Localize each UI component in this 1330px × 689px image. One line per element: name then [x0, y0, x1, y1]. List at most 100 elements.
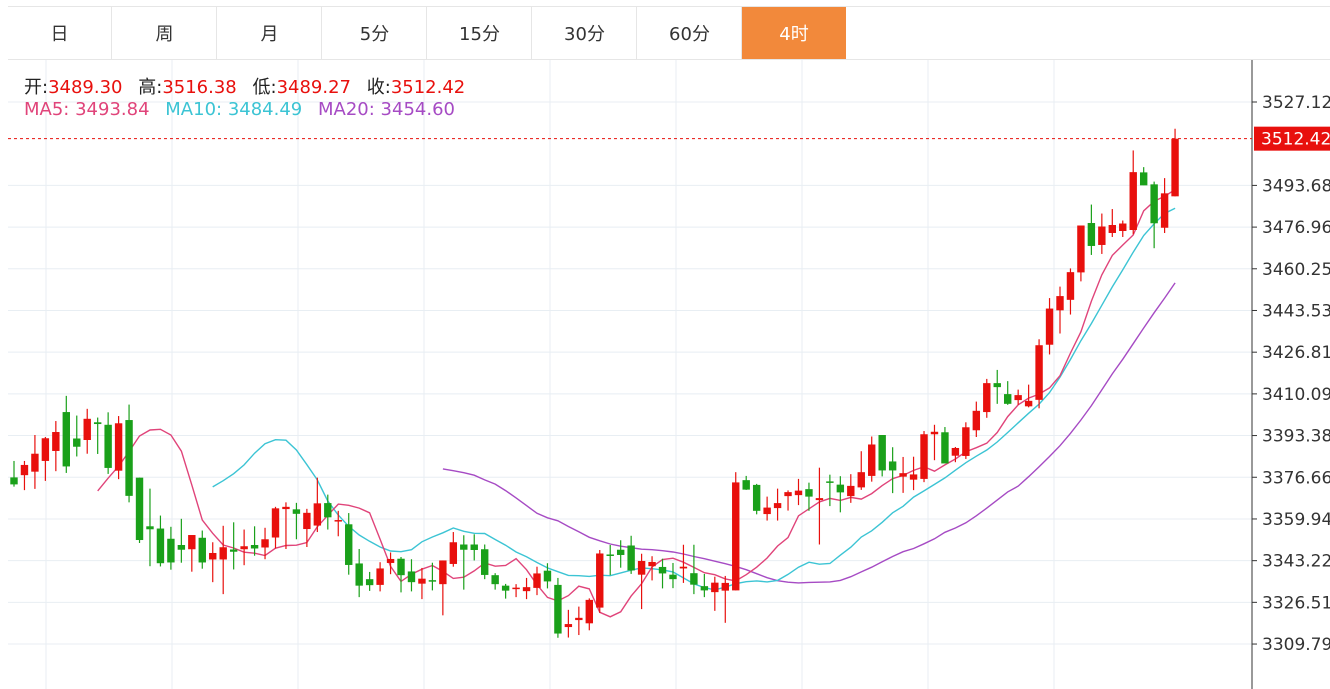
- candle-body: [1160, 193, 1169, 228]
- candle-body: [114, 423, 123, 471]
- candle-body: [993, 383, 1001, 388]
- close-value: 3512.42: [390, 77, 466, 98]
- y-tick-label: 3493.68: [1262, 176, 1330, 196]
- y-tick-label: 3343.22: [1262, 552, 1330, 572]
- y-tick-label: 3393.38: [1262, 427, 1330, 447]
- candle-body: [1004, 394, 1012, 404]
- candle-body: [250, 544, 259, 549]
- candle-body: [209, 552, 217, 560]
- candle-body: [1087, 223, 1096, 246]
- y-tick-label: 3376.66: [1262, 468, 1330, 488]
- candle-body: [888, 461, 897, 471]
- candle-body: [10, 477, 18, 485]
- candle-body: [826, 481, 834, 483]
- candle-body: [470, 544, 478, 550]
- ma5-value: 3493.84: [75, 99, 150, 120]
- candle-body: [188, 535, 196, 550]
- candle-body: [794, 490, 803, 496]
- y-tick-label: 3326.51: [1262, 593, 1330, 613]
- candle-body: [878, 435, 886, 471]
- candle-body: [1171, 138, 1179, 197]
- candle-body: [407, 571, 416, 583]
- candle-body: [596, 553, 604, 608]
- candle-body: [355, 563, 363, 586]
- candle-body: [334, 520, 342, 522]
- candle-body: [73, 438, 81, 447]
- candle-body: [941, 432, 949, 464]
- candle-body: [606, 554, 614, 556]
- candle-body: [658, 566, 667, 574]
- ma10-line: [212, 207, 1176, 591]
- candle-body: [857, 472, 865, 488]
- candle-body: [962, 427, 970, 456]
- candle-body: [104, 424, 112, 468]
- candle-body: [637, 560, 646, 575]
- candle-body: [585, 599, 593, 624]
- candle-body: [219, 547, 227, 560]
- ma20-value: 3454.60: [380, 99, 455, 120]
- candle-body: [365, 579, 374, 586]
- candle-body: [418, 578, 426, 584]
- candle-body: [899, 473, 907, 477]
- low-label: 低:: [252, 77, 277, 98]
- candle-body: [1066, 272, 1075, 300]
- high-value: 3516.38: [162, 77, 237, 98]
- candle-body: [439, 560, 447, 585]
- candle-body: [784, 492, 792, 497]
- candle-body: [146, 526, 154, 530]
- candle-body: [449, 542, 458, 564]
- candle-body: [62, 412, 70, 467]
- candle-body: [711, 582, 719, 593]
- candle-body: [847, 485, 855, 497]
- candle-body: [491, 575, 499, 585]
- candle-body: [522, 587, 531, 592]
- candle-body: [52, 432, 60, 451]
- candle-body: [648, 561, 656, 567]
- candle-body: [31, 453, 39, 472]
- candle-body: [836, 484, 845, 493]
- candle-body: [815, 498, 824, 501]
- ma-readout: MA5: 3493.84 MA10: 3484.49 MA20: 3454.60: [24, 99, 455, 120]
- candle-body: [324, 503, 332, 518]
- y-tick-label: 3309.79: [1262, 635, 1330, 655]
- candle-body: [386, 558, 395, 563]
- candle-body: [481, 549, 489, 575]
- ma20-label: MA20:: [318, 99, 375, 120]
- candle-body: [868, 444, 876, 476]
- candle-body: [773, 503, 782, 509]
- candle-body: [460, 544, 468, 550]
- candle-body: [1056, 296, 1064, 311]
- candle-body: [376, 568, 384, 585]
- y-tick-label: 3426.81: [1262, 343, 1330, 363]
- candle-body: [543, 570, 552, 582]
- candle-body: [303, 512, 311, 530]
- candle-body: [229, 549, 238, 552]
- candle-body: [512, 587, 520, 590]
- candle-body: [763, 507, 771, 515]
- candle-body: [177, 544, 186, 550]
- candle-body: [397, 558, 405, 576]
- y-tick-label: 3443.53: [1262, 301, 1330, 321]
- candle-body: [690, 573, 698, 585]
- candle-body: [533, 573, 541, 588]
- candle-body: [282, 506, 290, 510]
- candle-body: [1035, 345, 1043, 400]
- candle-body: [564, 624, 573, 628]
- close-label: 收:: [366, 77, 391, 98]
- candle-body: [920, 434, 928, 479]
- candle-body: [1098, 226, 1106, 245]
- low-value: 3489.27: [276, 77, 352, 98]
- candle-body: [554, 584, 562, 634]
- candle-body: [313, 503, 322, 526]
- ma5-label: MA5:: [24, 99, 70, 120]
- candle-body: [1014, 395, 1022, 401]
- candle-body: [1108, 225, 1116, 233]
- candle-body: [156, 528, 165, 564]
- candle-body: [972, 410, 981, 431]
- candle-body: [125, 420, 133, 496]
- ma5-line: [97, 189, 1176, 618]
- candle-body: [1077, 225, 1085, 273]
- candle-body: [93, 422, 102, 425]
- y-tick-label: 3410.09: [1262, 385, 1330, 405]
- y-tick-label: 3476.96: [1262, 218, 1330, 238]
